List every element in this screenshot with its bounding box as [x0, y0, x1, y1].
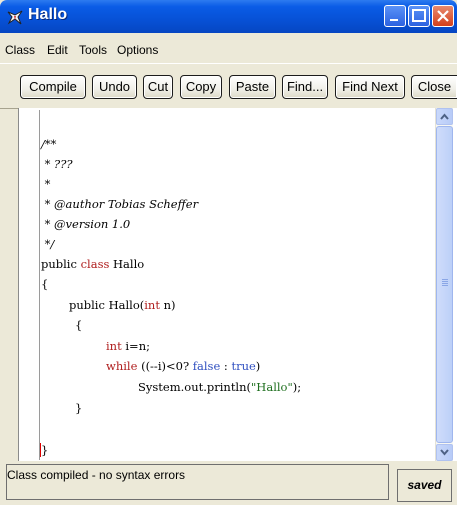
code-line-6: */: [41, 237, 55, 251]
keyword-public: public: [41, 257, 77, 271]
code-line-13: System.out.println("Hallo");: [138, 377, 301, 397]
bluej-bird-icon: [6, 8, 24, 26]
cut-button[interactable]: Cut: [143, 75, 173, 99]
constructor-signature: public Hallo(: [69, 298, 145, 312]
paste-button[interactable]: Paste: [229, 75, 276, 99]
window-title: Hallo: [28, 6, 68, 23]
code-line-15: }: [41, 443, 49, 457]
status-message: Class compiled - no syntax errors: [6, 464, 389, 500]
find-next-button[interactable]: Find Next: [335, 75, 405, 99]
editor-window: Hallo Class Edit Tools Options Compile U…: [0, 0, 457, 505]
code-line-5: * @version 1.0: [41, 217, 131, 231]
code-line-14: }: [75, 401, 83, 415]
vertical-scrollbar[interactable]: [435, 108, 453, 461]
keyword-while: while: [106, 359, 138, 373]
code-line-10: {: [75, 318, 83, 332]
keyword-int-local: int: [106, 339, 122, 353]
code-line-11: int i=n;: [106, 336, 150, 356]
code-line-12: while ((--i)<0? false : true): [106, 356, 260, 376]
println-call: System.out.println(: [138, 380, 252, 394]
menu-bar: Class Edit Tools Options: [0, 40, 457, 60]
source-editor[interactable]: /** * ??? * * @author Tobias Scheffer * …: [18, 108, 457, 461]
code-text-area[interactable]: /** * ??? * * @author Tobias Scheffer * …: [19, 108, 433, 461]
menu-edit[interactable]: Edit: [47, 43, 68, 57]
println-close: );: [292, 380, 302, 394]
keyword-class: class: [80, 257, 110, 271]
code-line-2: * ???: [41, 157, 73, 171]
grip-line: [442, 281, 448, 282]
status-bar: Class compiled - no syntax errors saved: [0, 461, 457, 505]
code-line-3: *: [41, 177, 51, 191]
menu-options[interactable]: Options: [117, 43, 158, 57]
keyword-int: int: [144, 298, 160, 312]
string-literal: "Hallo": [251, 380, 293, 394]
menu-tools[interactable]: Tools: [79, 43, 107, 57]
close-button[interactable]: Close: [411, 75, 457, 99]
grip-line: [442, 279, 448, 280]
code-line-4: * @author Tobias Scheffer: [41, 197, 199, 211]
while-close-paren: ): [255, 359, 261, 373]
local-decl: i=n;: [121, 339, 150, 353]
code-line-7: public class Hallo: [41, 254, 144, 274]
param-name: n): [159, 298, 176, 312]
scroll-thumb[interactable]: [436, 126, 453, 443]
find-button[interactable]: Find...: [282, 75, 328, 99]
copy-button[interactable]: Copy: [180, 75, 222, 99]
maximize-button[interactable]: [408, 5, 430, 27]
chevron-up-icon: [440, 113, 449, 120]
class-name: Hallo: [109, 257, 145, 271]
menu-class[interactable]: Class: [5, 43, 35, 57]
editor-margin-line: [39, 110, 40, 460]
undo-button[interactable]: Undo: [92, 75, 137, 99]
compile-button[interactable]: Compile: [20, 75, 86, 99]
saved-indicator: saved: [397, 469, 452, 502]
text-cursor: [40, 443, 41, 457]
scroll-up-button[interactable]: [436, 108, 453, 125]
code-line-1: /**: [41, 137, 57, 151]
while-condition: ((--i)<0?: [137, 359, 193, 373]
literal-true: true: [231, 359, 256, 373]
literal-false: false: [192, 359, 221, 373]
chevron-down-icon: [440, 449, 449, 456]
minimize-button[interactable]: [384, 5, 406, 27]
scroll-down-button[interactable]: [436, 444, 453, 461]
grip-line: [442, 285, 448, 286]
code-line-8: {: [41, 277, 49, 291]
ternary-colon: :: [220, 359, 232, 373]
grip-line: [442, 283, 448, 284]
toolbar: Compile Undo Cut Copy Paste Find... Find…: [0, 63, 457, 109]
title-bar[interactable]: Hallo: [0, 0, 457, 33]
code-line-9: public Hallo(int n): [69, 295, 176, 315]
close-window-button[interactable]: [432, 5, 454, 27]
